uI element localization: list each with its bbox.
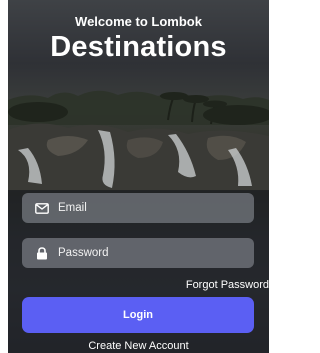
page-title: Destinations — [50, 31, 227, 63]
forgot-password-link[interactable]: Forgot Password — [186, 279, 269, 291]
create-account-link[interactable]: Create New Account — [8, 340, 269, 352]
lock-icon — [34, 245, 50, 261]
email-field[interactable]: Email — [22, 193, 254, 223]
password-placeholder: Password — [58, 247, 109, 259]
mail-icon — [34, 200, 50, 216]
password-field[interactable]: Password — [22, 238, 254, 268]
login-screen: Welcome to Lombok Destinations Email Pas… — [8, 0, 269, 353]
login-button[interactable]: Login — [22, 297, 254, 333]
email-placeholder: Email — [58, 202, 87, 214]
welcome-subtitle: Welcome to Lombok — [75, 14, 202, 29]
